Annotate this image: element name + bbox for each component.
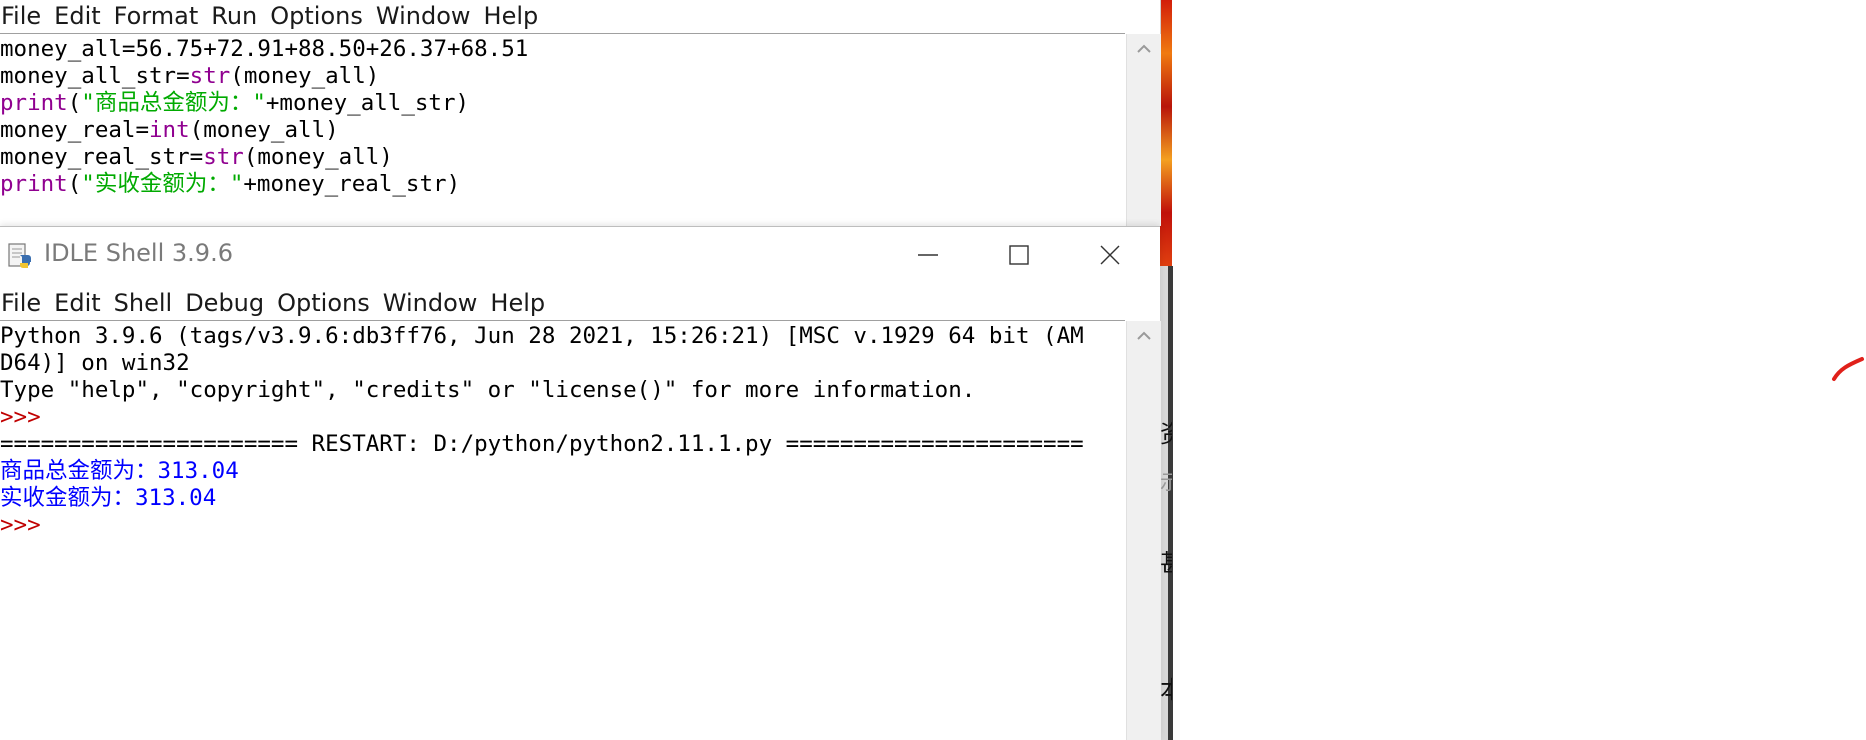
code-line: print("实收金额为："+money_real_str) [0, 171, 1125, 198]
menu-separator [0, 33, 1125, 34]
code-token: +money_all_str) [265, 90, 470, 116]
shell-output[interactable]: Python 3.9.6 (tags/v3.9.6:db3ff76, Jun 2… [0, 323, 1125, 740]
desktop: 资 示 甚 本 File Edit Format Run Options Win… [0, 0, 1866, 740]
menu-edit[interactable]: Edit [53, 2, 106, 30]
shell-prompt: >>> [0, 512, 55, 538]
code-token: money_real= [0, 117, 150, 143]
menu-options[interactable]: Options [269, 2, 369, 30]
keyword-token: print [0, 90, 68, 116]
keyword-token: str [203, 144, 244, 170]
string-token: "商品总金额为：" [81, 90, 266, 116]
menu-file[interactable]: File [0, 2, 47, 30]
code-token: (money_all) [243, 144, 393, 170]
maximize-button[interactable] [973, 227, 1065, 283]
python-idle-icon [8, 243, 31, 268]
shell-line: Type "help", "copyright", "credits" or "… [0, 377, 976, 403]
program-output-line: 商品总金额为：313.04 [0, 458, 239, 484]
editor-menubar: File Edit Format Run Options Window Help [0, 0, 550, 32]
code-editor[interactable]: money_all=56.75+72.91+88.50+26.37+68.51 m… [0, 36, 1125, 226]
code-token: money_all_str= [0, 63, 190, 89]
minimize-button[interactable] [882, 227, 974, 283]
shell-menubar: File Edit Shell Debug Options Window Hel… [0, 287, 557, 319]
editor-window: File Edit Format Run Options Window Help… [0, 0, 1161, 226]
menu-help[interactable]: Help [483, 2, 545, 30]
shell-prompt: >>> [0, 404, 55, 430]
shell-scrollbar[interactable] [1126, 321, 1161, 740]
code-line: money_real_str=str(money_all) [0, 144, 1125, 171]
close-button[interactable] [1064, 227, 1156, 283]
background-glyph: 甚 [1160, 543, 1172, 578]
menu-window[interactable]: Window [382, 289, 484, 317]
shell-line: Python 3.9.6 (tags/v3.9.6:db3ff76, Jun 2… [0, 323, 1084, 349]
string-token: "实收金额为：" [81, 171, 244, 197]
background-glyph: 示 [1160, 470, 1172, 494]
code-token: (money_all) [189, 117, 339, 143]
menu-separator [0, 320, 1125, 321]
minimize-icon [918, 254, 938, 256]
maximize-icon [1009, 245, 1029, 265]
code-token: ( [67, 171, 82, 197]
code-token: ( [67, 90, 82, 116]
red-annotation-mark [1832, 357, 1864, 381]
menu-edit[interactable]: Edit [53, 289, 106, 317]
code-line: money_real=int(money_all) [0, 117, 1125, 144]
chevron-up-icon[interactable] [1127, 321, 1161, 351]
menu-window[interactable]: Window [375, 2, 477, 30]
code-line: print("商品总金额为："+money_all_str) [0, 90, 1125, 117]
background-window-edge [1168, 266, 1173, 740]
background-glyph: 本 [1160, 670, 1172, 705]
menu-options[interactable]: Options [276, 289, 376, 317]
code-token: money_all=56.75+72.91+88.50+26.37+68.51 [0, 36, 529, 62]
menu-format[interactable]: Format [113, 2, 205, 30]
background-glyph: 资 [1160, 414, 1172, 449]
keyword-token: str [189, 63, 231, 89]
code-line: money_all=56.75+72.91+88.50+26.37+68.51 [0, 36, 1125, 63]
window-title: IDLE Shell 3.9.6 [44, 239, 233, 267]
code-line: money_all_str=str(money_all) [0, 63, 1125, 90]
close-icon [1100, 245, 1120, 265]
menu-file[interactable]: File [0, 289, 47, 317]
keyword-token: print [0, 171, 68, 197]
shell-line: D64)] on win32 [0, 350, 190, 376]
code-token: +money_real_str) [243, 171, 461, 197]
editor-scrollbar[interactable] [1126, 34, 1161, 226]
program-output-line: 实收金额为：313.04 [0, 485, 217, 511]
menu-run[interactable]: Run [210, 2, 263, 30]
code-token: (money_all) [230, 63, 380, 89]
background-window-image [1160, 0, 1172, 266]
keyword-token: int [149, 117, 190, 143]
menu-shell[interactable]: Shell [113, 289, 179, 317]
chevron-up-icon[interactable] [1127, 34, 1161, 64]
code-token: money_real_str= [0, 144, 204, 170]
shell-line: ====================== RESTART: D:/pytho… [0, 431, 1084, 457]
menu-debug[interactable]: Debug [184, 289, 270, 317]
title-bar[interactable]: IDLE Shell 3.9.6 [0, 227, 1160, 283]
shell-window: IDLE Shell 3.9.6 File Edit Shell Debug O… [0, 226, 1161, 740]
menu-help[interactable]: Help [489, 289, 551, 317]
